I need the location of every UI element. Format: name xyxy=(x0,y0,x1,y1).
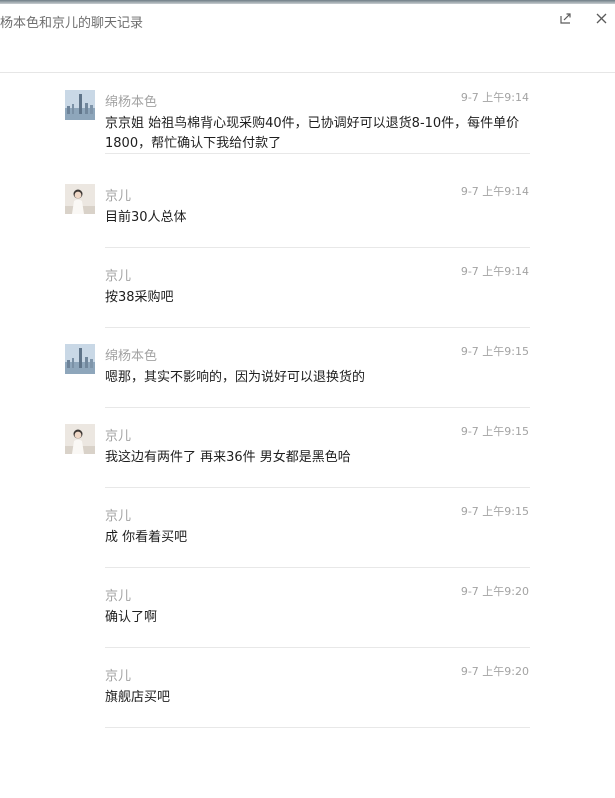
person-avatar-icon xyxy=(65,424,95,454)
sender-name: 京儿 xyxy=(105,189,132,204)
message-text: 嗯那，其实不影响的，因为说好可以退换货的 xyxy=(105,370,366,385)
message-time: 9-7 上午9:14 xyxy=(460,185,529,198)
message-time: 9-7 上午9:14 xyxy=(460,265,529,278)
message-text: 我这边有两件了 再来36件 男女都是黑色哈 xyxy=(105,450,351,465)
message-text: 成 你看着买吧 xyxy=(105,530,188,545)
sender-name: 京儿 xyxy=(105,429,132,444)
city-avatar-icon xyxy=(65,344,95,374)
chat-message: 绵杨本色 9-7 上午9:15 嗯那，其实不影响的，因为说好可以退换货的 xyxy=(65,328,530,408)
message-text: 目前30人总体 xyxy=(105,210,187,225)
message-time: 9-7 上午9:20 xyxy=(460,665,529,678)
close-button[interactable] xyxy=(593,10,609,26)
message-divider xyxy=(105,727,530,728)
chat-message: 京儿 9-7 上午9:14 目前30人总体 xyxy=(65,168,530,248)
chat-history-window: 杨本色和京儿的聊天记录 绵杨本色 9-7 上午9:14 京京姐 始祖鸟棉背心现采… xyxy=(0,0,615,798)
message-time: 9-7 上午9:15 xyxy=(460,505,529,518)
message-time: 9-7 上午9:15 xyxy=(460,345,529,358)
message-text: 旗舰店买吧 xyxy=(105,690,171,705)
sender-name: 绵杨本色 xyxy=(105,349,158,364)
person-avatar-icon xyxy=(65,184,95,214)
message-text: 按38采购吧 xyxy=(105,290,174,305)
avatar[interactable] xyxy=(65,344,95,374)
title-bar: 杨本色和京儿的聊天记录 xyxy=(0,4,615,73)
chat-message: 绵杨本色 9-7 上午9:14 京京姐 始祖鸟棉背心现采购40件，已协调好可以退… xyxy=(65,74,530,154)
sender-name: 京儿 xyxy=(105,669,132,684)
chat-message: 京儿 9-7 上午9:15 我这边有两件了 再来36件 男女都是黑色哈 xyxy=(65,408,530,488)
avatar[interactable] xyxy=(65,424,95,454)
chat-message: 京儿 9-7 上午9:14 按38采购吧 xyxy=(65,248,530,328)
message-time: 9-7 上午9:14 xyxy=(460,91,529,104)
chat-message: 京儿 9-7 上午9:15 成 你看着买吧 xyxy=(65,488,530,568)
close-icon xyxy=(596,13,606,23)
message-text: 确认了啊 xyxy=(105,610,158,625)
sender-name: 京儿 xyxy=(105,509,132,524)
share-icon xyxy=(560,13,571,24)
avatar[interactable] xyxy=(65,184,95,214)
chat-message: 京儿 9-7 上午9:20 确认了啊 xyxy=(65,568,530,648)
city-avatar-icon xyxy=(65,90,95,120)
share-button[interactable] xyxy=(558,10,574,26)
sender-name: 京儿 xyxy=(105,269,132,284)
window-title: 杨本色和京儿的聊天记录 xyxy=(0,16,144,31)
message-time: 9-7 上午9:15 xyxy=(460,425,529,438)
message-divider xyxy=(105,153,530,154)
message-time: 9-7 上午9:20 xyxy=(460,585,529,598)
sender-name: 绵杨本色 xyxy=(105,95,158,110)
message-text: 京京姐 始祖鸟棉背心现采购40件，已协调好可以退货8-10件，每件单价1800，… xyxy=(105,116,520,151)
sender-name: 京儿 xyxy=(105,589,132,604)
avatar[interactable] xyxy=(65,90,95,120)
chat-message: 京儿 9-7 上午9:20 旗舰店买吧 xyxy=(65,648,530,728)
